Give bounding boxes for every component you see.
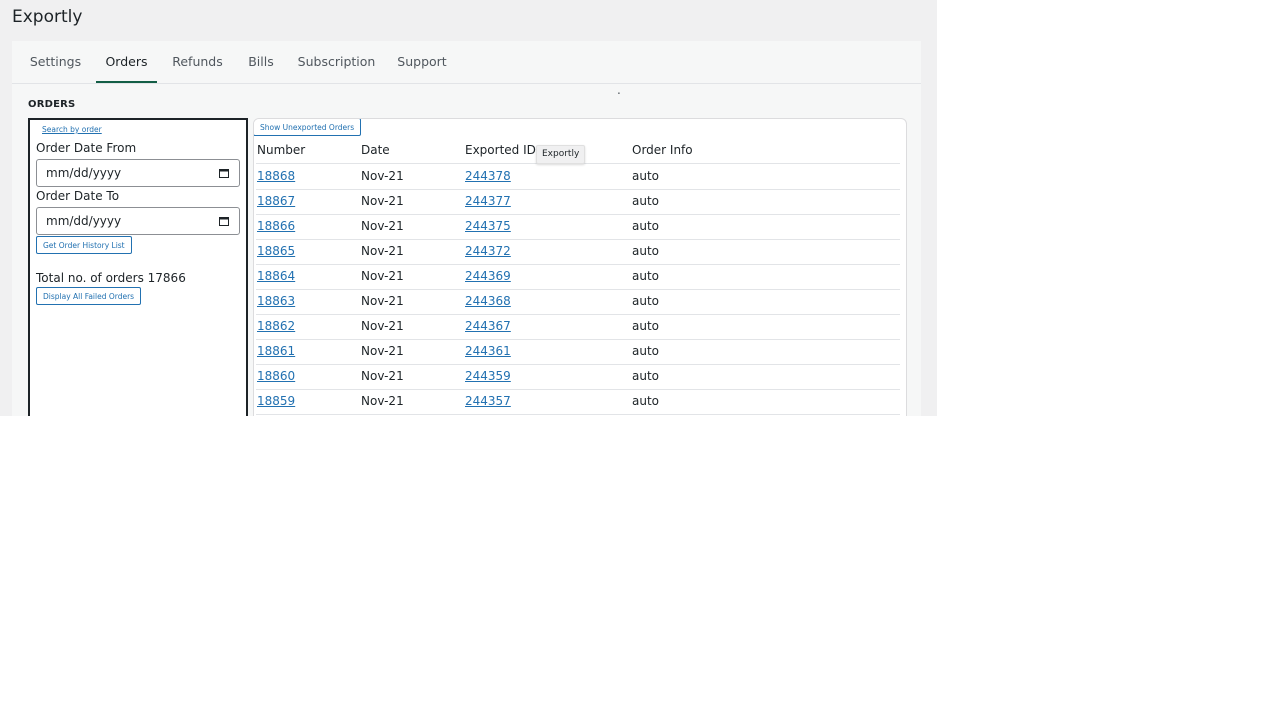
order-date: Nov-21 <box>361 194 404 208</box>
exported-id-link[interactable]: 244369 <box>465 269 511 283</box>
order-info: auto <box>632 319 660 333</box>
order-date: Nov-21 <box>361 344 404 358</box>
order-date: Nov-21 <box>361 269 404 283</box>
order-number-link[interactable]: 18860 <box>257 369 295 383</box>
tooltip: Exportly <box>536 145 586 164</box>
order-date: Nov-21 <box>361 219 404 233</box>
column-header-number: Number <box>257 143 306 157</box>
order-search-panel: Search by order Order Date From mm/dd/yy… <box>28 118 248 416</box>
tab-subscription[interactable]: Subscription <box>297 41 376 83</box>
exported-id-link[interactable]: 244361 <box>465 344 511 358</box>
column-header-order-info: Order Info <box>632 143 693 157</box>
table-row: 18866 Nov-21 244375 auto <box>256 214 900 240</box>
stray-text: . <box>617 83 621 97</box>
app-window: Exportly Settings Orders Refunds Bills S… <box>0 0 937 416</box>
table-row: 18860 Nov-21 244359 auto <box>256 364 900 390</box>
order-number-link[interactable]: 18862 <box>257 319 295 333</box>
order-date: Nov-21 <box>361 394 404 408</box>
order-number-link[interactable]: 18866 <box>257 219 295 233</box>
tab-support[interactable]: Support <box>395 41 449 83</box>
table-row: 18865 Nov-21 244372 auto <box>256 239 900 265</box>
display-failed-orders-button[interactable]: Display All Failed Orders <box>36 287 142 305</box>
order-date-from-value: mm/dd/yyyy <box>46 166 122 180</box>
order-info: auto <box>632 369 660 383</box>
exported-id-link[interactable]: 244377 <box>465 194 511 208</box>
order-date: Nov-21 <box>361 294 404 308</box>
order-info: auto <box>632 344 660 358</box>
tab-bills[interactable]: Bills <box>245 41 277 83</box>
column-header-exported-id: Exported ID <box>465 143 536 157</box>
exported-id-link[interactable]: 244368 <box>465 294 511 308</box>
order-number-link[interactable]: 18865 <box>257 244 295 258</box>
order-date-to-value: mm/dd/yyyy <box>46 214 122 228</box>
order-number-link[interactable]: 18863 <box>257 294 295 308</box>
order-info: auto <box>632 294 660 308</box>
exported-id-link[interactable]: 244357 <box>465 394 511 408</box>
order-date: Nov-21 <box>361 369 404 383</box>
exported-id-link[interactable]: 244375 <box>465 219 511 233</box>
order-info: auto <box>632 194 660 208</box>
search-by-order-link[interactable]: Search by order <box>42 125 102 134</box>
calendar-icon[interactable] <box>219 216 229 226</box>
table-row: 18862 Nov-21 244367 auto <box>256 314 900 340</box>
show-unexported-orders-button[interactable]: Show Unexported Orders <box>254 119 362 136</box>
tab-orders[interactable]: Orders <box>96 41 157 83</box>
exported-id-link[interactable]: 244359 <box>465 369 511 383</box>
order-info: auto <box>632 219 660 233</box>
order-number-link[interactable]: 18864 <box>257 269 295 283</box>
order-info: auto <box>632 244 660 258</box>
tab-bar: Settings Orders Refunds Bills Subscripti… <box>12 41 921 84</box>
exported-id-link[interactable]: 244367 <box>465 319 511 333</box>
main-panel: Settings Orders Refunds Bills Subscripti… <box>12 41 921 416</box>
order-info: auto <box>632 269 660 283</box>
order-date-to-input[interactable]: mm/dd/yyyy <box>36 207 240 235</box>
table-row: 18867 Nov-21 244377 auto <box>256 189 900 215</box>
order-number-link[interactable]: 18868 <box>257 169 295 183</box>
section-title: ORDERS <box>28 99 76 110</box>
table-row: 18859 Nov-21 244357 auto <box>256 389 900 415</box>
order-date: Nov-21 <box>361 319 404 333</box>
order-number-link[interactable]: 18861 <box>257 344 295 358</box>
order-date-to-label: Order Date To <box>36 189 120 203</box>
table-row: 18863 Nov-21 244368 auto <box>256 289 900 315</box>
order-date: Nov-21 <box>361 244 404 258</box>
order-info: auto <box>632 169 660 183</box>
exported-id-link[interactable]: 244378 <box>465 169 511 183</box>
order-date: Nov-21 <box>361 169 404 183</box>
order-number-link[interactable]: 18859 <box>257 394 295 408</box>
table-row: 18861 Nov-21 244361 auto <box>256 339 900 365</box>
orders-table: Show Unexported Orders Number Date Expor… <box>253 118 907 416</box>
table-row: 18868 Nov-21 244378 auto <box>256 164 900 190</box>
order-date-from-input[interactable]: mm/dd/yyyy <box>36 159 240 187</box>
column-header-date: Date <box>361 143 390 157</box>
get-order-history-button[interactable]: Get Order History List <box>36 236 132 254</box>
tab-settings[interactable]: Settings <box>22 41 89 83</box>
app-title: Exportly <box>12 7 83 27</box>
exported-id-link[interactable]: 244372 <box>465 244 511 258</box>
order-number-link[interactable]: 18867 <box>257 194 295 208</box>
order-info: auto <box>632 394 660 408</box>
order-date-from-label: Order Date From <box>36 141 137 155</box>
table-row: 18864 Nov-21 244369 auto <box>256 264 900 290</box>
calendar-icon[interactable] <box>219 168 229 178</box>
tab-refunds[interactable]: Refunds <box>169 41 226 83</box>
total-orders-text: Total no. of orders 17866 <box>36 271 186 285</box>
